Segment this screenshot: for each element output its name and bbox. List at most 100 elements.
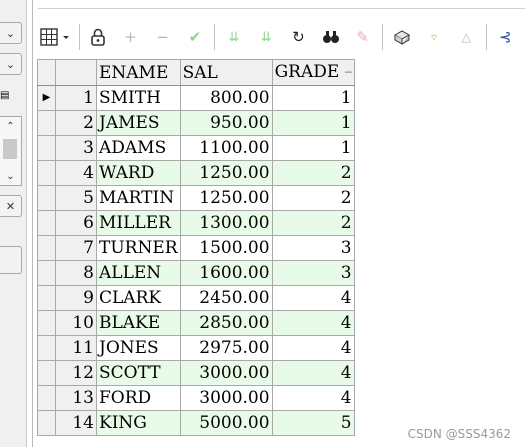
sal-cell[interactable]: 1600.00 <box>179 260 273 286</box>
toolbar-separator <box>485 24 487 50</box>
export-icon[interactable] <box>389 24 414 50</box>
scroll-down-icon[interactable]: ⌄ <box>0 167 21 185</box>
sal-cell[interactable]: 2975.00 <box>179 335 273 361</box>
document-icon[interactable]: ▤ <box>0 90 12 102</box>
table-row[interactable]: 3 ADAMS 1100.00 1 <box>37 135 355 161</box>
sal-cell[interactable]: 1500.00 <box>179 235 273 261</box>
table-row[interactable]: 12 SCOTT 3000.00 4 <box>37 360 355 386</box>
column-header-sal[interactable]: SAL <box>179 59 273 86</box>
refresh-icon[interactable]: ↻ <box>286 24 311 50</box>
ename-cell[interactable]: ALLEN <box>96 260 181 286</box>
move-up-icon[interactable]: △ <box>454 24 479 50</box>
sal-cell[interactable]: 1300.00 <box>179 210 273 236</box>
post-icon[interactable]: ✔ <box>182 24 207 50</box>
table-row[interactable]: 7 TURNER 1500.00 3 <box>37 235 355 261</box>
table-row[interactable]: 5 MARTIN 1250.00 2 <box>37 185 355 211</box>
sal-cell[interactable]: 5000.00 <box>179 410 273 436</box>
grade-cell[interactable]: 4 <box>271 335 355 361</box>
ename-cell[interactable]: SCOTT <box>96 360 181 386</box>
grade-cell[interactable]: 2 <box>271 210 355 236</box>
row-indicator <box>37 160 56 186</box>
ename-cell[interactable]: SMITH <box>96 85 181 111</box>
grade-cell[interactable]: 4 <box>271 285 355 311</box>
sal-cell[interactable]: 1250.00 <box>179 185 273 211</box>
ename-cell[interactable]: CLARK <box>96 285 181 311</box>
scroll-thumb[interactable] <box>3 139 17 159</box>
row-indicator <box>37 235 56 261</box>
ename-cell[interactable]: JONES <box>96 335 181 361</box>
grid-menu-icon[interactable] <box>38 24 75 50</box>
filter-icon[interactable]: ⇊ <box>221 24 246 50</box>
grade-cell[interactable]: 2 <box>271 160 355 186</box>
sal-cell[interactable]: 1250.00 <box>179 160 273 186</box>
sal-cell[interactable]: 800.00 <box>179 85 273 111</box>
row-indicator <box>37 285 56 311</box>
current-row-indicator-icon: ▶ <box>37 85 56 111</box>
sal-cell[interactable]: 3000.00 <box>179 385 273 411</box>
column-menu-icon[interactable]: ─ <box>345 61 352 85</box>
grade-cell[interactable]: 4 <box>271 360 355 386</box>
row-number: 1 <box>55 85 97 111</box>
toolbar-separator <box>214 24 216 50</box>
table-row[interactable]: 8 ALLEN 1600.00 3 <box>37 260 355 286</box>
left-scrollbar[interactable]: ⌃ ⌄ <box>0 116 22 186</box>
find-icon[interactable] <box>318 24 343 50</box>
sal-cell[interactable]: 1100.00 <box>179 135 273 161</box>
sal-cell[interactable]: 2850.00 <box>179 310 273 336</box>
grid-corner[interactable] <box>37 59 56 86</box>
ename-cell[interactable]: JAMES <box>96 110 181 136</box>
toolbar-separator <box>382 24 384 50</box>
ename-cell[interactable]: TURNER <box>96 235 181 261</box>
grade-cell[interactable]: 2 <box>271 185 355 211</box>
left-panel-button[interactable] <box>0 246 22 274</box>
link-icon[interactable]: ⊰ <box>493 24 518 50</box>
row-indicator <box>37 335 56 361</box>
grade-cell[interactable]: 1 <box>271 135 355 161</box>
table-row[interactable]: 10 BLAKE 2850.00 4 <box>37 310 355 336</box>
sal-cell[interactable]: 950.00 <box>179 110 273 136</box>
table-row[interactable]: 11 JONES 2975.00 4 <box>37 335 355 361</box>
row-indicator <box>37 385 56 411</box>
ename-cell[interactable]: MARTIN <box>96 185 181 211</box>
clear-icon[interactable]: ✎ <box>350 24 375 50</box>
ename-cell[interactable]: BLAKE <box>96 310 181 336</box>
table-row[interactable]: 13 FORD 3000.00 4 <box>37 385 355 411</box>
column-header-ename[interactable]: ENAME <box>96 59 181 86</box>
ename-cell[interactable]: MILLER <box>96 210 181 236</box>
ename-cell[interactable]: WARD <box>96 160 181 186</box>
grade-cell[interactable]: 4 <box>271 385 355 411</box>
table-row[interactable]: 6 MILLER 1300.00 2 <box>37 210 355 236</box>
grade-cell[interactable]: 4 <box>271 310 355 336</box>
row-indicator <box>37 110 56 136</box>
lock-icon[interactable] <box>86 24 111 50</box>
table-row[interactable]: 2 JAMES 950.00 1 <box>37 110 355 136</box>
table-row[interactable]: 14 KING 5000.00 5 <box>37 410 355 436</box>
row-number: 4 <box>55 160 97 186</box>
sal-cell[interactable]: 2450.00 <box>179 285 273 311</box>
remove-icon[interactable]: − <box>150 24 175 50</box>
table-row[interactable]: ▶ 1 SMITH 800.00 1 <box>37 85 355 111</box>
sort-icon[interactable]: ⇊ <box>254 24 279 50</box>
row-number-header[interactable] <box>55 59 97 86</box>
result-grid: ENAME SAL GRADE ─ ▶ 1 SMITH 800.00 1 2 JA… <box>37 59 355 436</box>
close-icon[interactable]: ✕ <box>0 195 22 217</box>
grade-cell[interactable]: 3 <box>271 235 355 261</box>
move-down-icon[interactable]: ▿ <box>421 24 446 50</box>
ename-cell[interactable]: FORD <box>96 385 181 411</box>
scroll-up-icon[interactable]: ⌃ <box>0 117 21 135</box>
grade-cell[interactable]: 5 <box>271 410 355 436</box>
sal-cell[interactable]: 3000.00 <box>179 360 273 386</box>
chevron-down-icon[interactable]: ⌄ <box>0 22 22 44</box>
chevron-down-icon[interactable]: ⌄ <box>0 53 22 75</box>
ename-cell[interactable]: KING <box>96 410 181 436</box>
grade-cell[interactable]: 3 <box>271 260 355 286</box>
result-table: ENAME SAL GRADE ─ ▶ 1 SMITH 800.00 1 2 JA… <box>37 59 355 436</box>
row-number: 2 <box>55 110 97 136</box>
table-row[interactable]: 4 WARD 1250.00 2 <box>37 160 355 186</box>
column-header-grade[interactable]: GRADE ─ <box>271 59 355 86</box>
add-icon[interactable]: + <box>118 24 143 50</box>
ename-cell[interactable]: ADAMS <box>96 135 181 161</box>
grade-cell[interactable]: 1 <box>271 110 355 136</box>
grade-cell[interactable]: 1 <box>271 85 355 111</box>
table-row[interactable]: 9 CLARK 2450.00 4 <box>37 285 355 311</box>
